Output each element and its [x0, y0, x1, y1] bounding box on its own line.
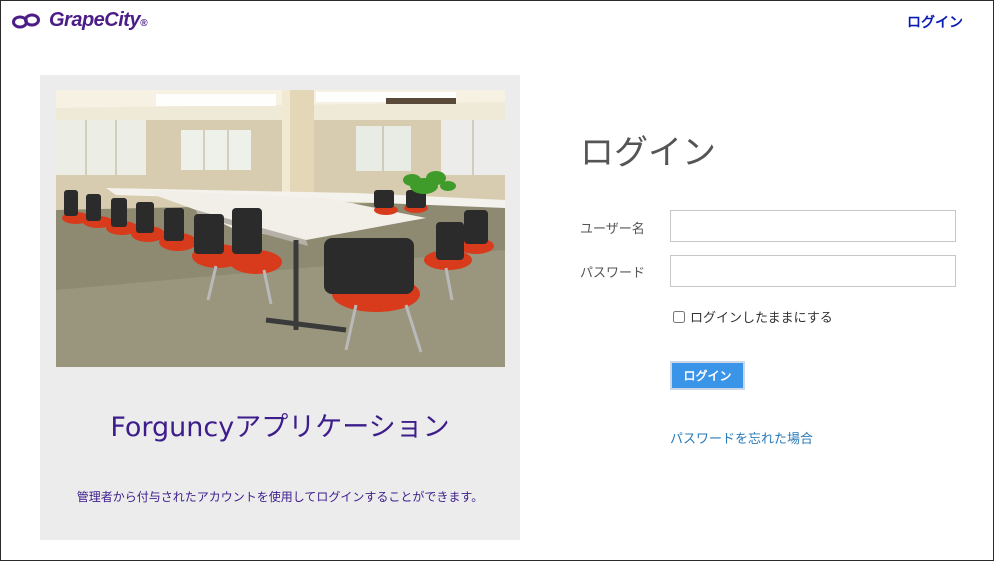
app-description: 管理者から付与されたアカウントを使用してログインすることができます。	[76, 490, 484, 504]
username-label: ユーザー名	[580, 222, 645, 237]
app-info-panel: Forguncyアプリケーション 管理者から付与されたアカウントを使用してログイ…	[40, 75, 520, 540]
header: GrapeCity® ログイン	[1, 1, 993, 41]
brand-logo[interactable]: GrapeCity®	[11, 9, 147, 32]
remember-me[interactable]: ログインしたままにする	[673, 307, 833, 326]
page-frame: GrapeCity® ログイン Forguncyアプリケーション 管理者から付与…	[0, 0, 994, 561]
remember-me-label: ログインしたままにする	[690, 311, 833, 326]
forgot-password-link[interactable]: パスワードを忘れた場合	[670, 428, 813, 447]
username-input[interactable]	[670, 210, 956, 242]
login-title: ログイン	[580, 133, 716, 173]
remember-me-checkbox[interactable]	[673, 310, 685, 323]
app-title: Forguncyアプリケーション	[110, 412, 450, 443]
password-label: パスワード	[580, 266, 646, 281]
brand-name: GrapeCity®	[49, 9, 147, 31]
grapecity-logo-icon	[12, 13, 40, 28]
login-button[interactable]: ログイン	[670, 361, 745, 390]
conference-room-photo	[56, 90, 505, 367]
header-login-link[interactable]: ログイン	[907, 12, 963, 32]
password-input[interactable]	[670, 255, 956, 287]
brand-registered-mark: ®	[140, 18, 147, 29]
